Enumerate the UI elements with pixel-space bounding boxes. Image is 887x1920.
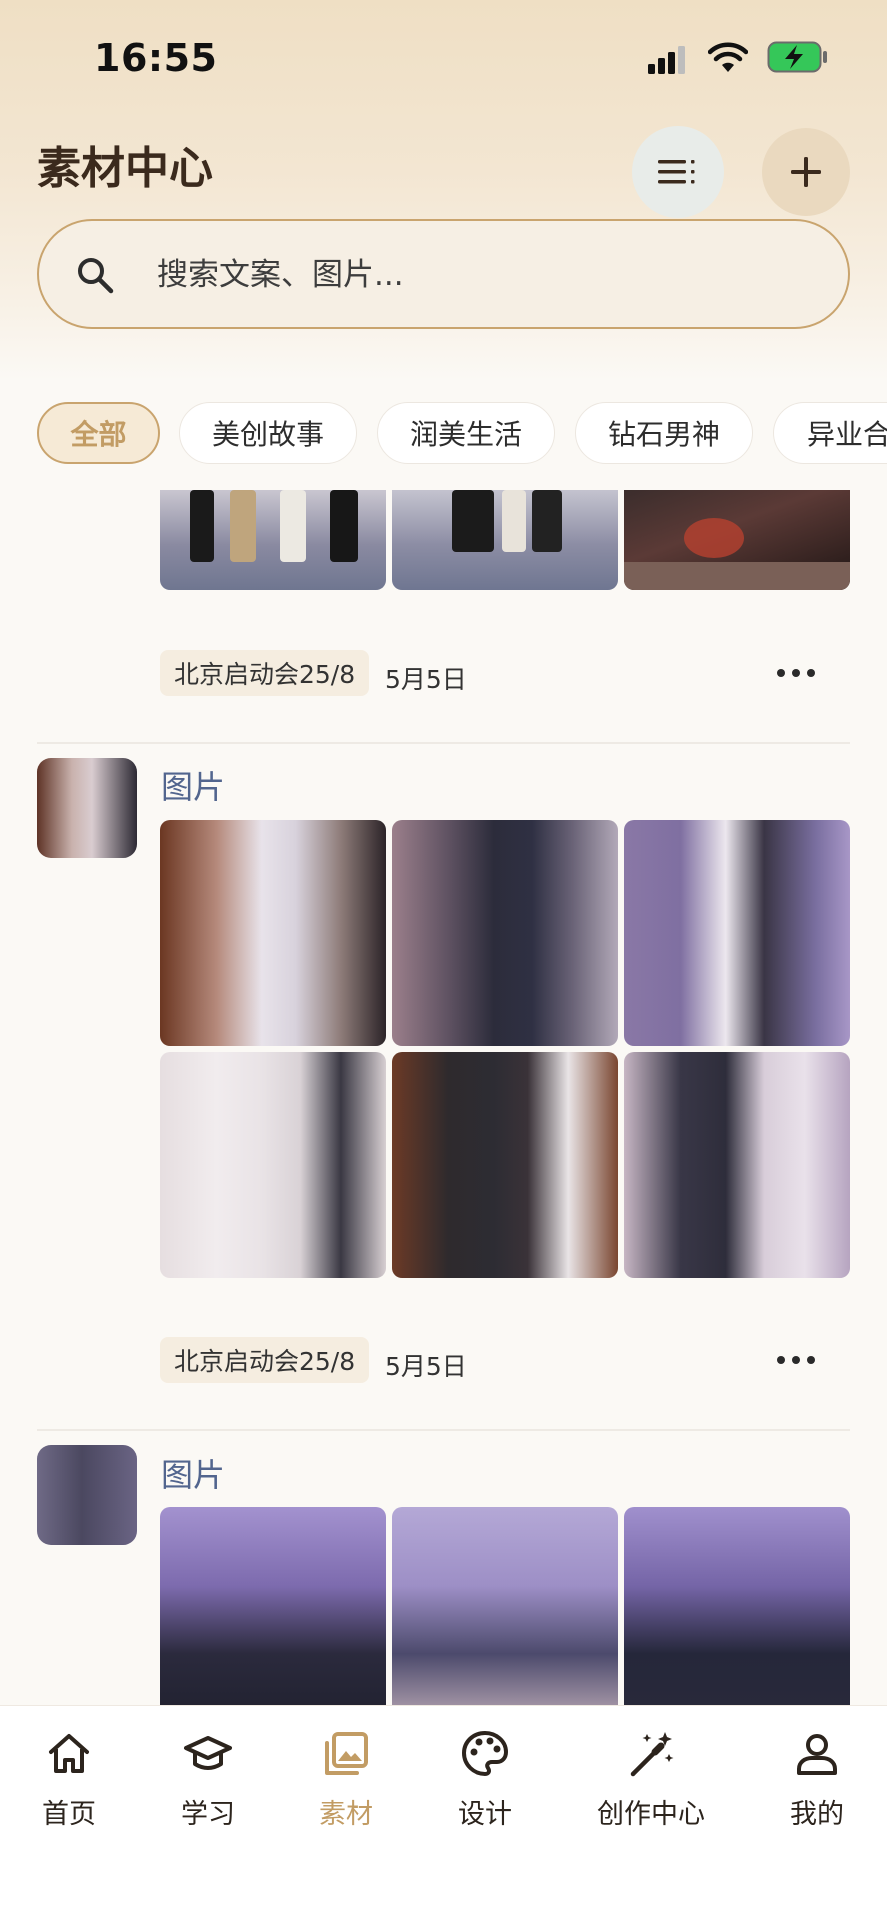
add-button[interactable] bbox=[762, 128, 850, 216]
post-avatar[interactable] bbox=[37, 1445, 137, 1545]
battery-charging-icon bbox=[767, 41, 827, 73]
post-label: 图片 bbox=[161, 768, 226, 806]
nav-materials[interactable]: 素材 bbox=[296, 1706, 396, 1836]
post-image[interactable] bbox=[624, 490, 850, 590]
graduation-cap-icon bbox=[184, 1736, 232, 1770]
nav-label: 我的 bbox=[790, 1799, 844, 1830]
post-tag[interactable]: 北京启动会25/8 bbox=[160, 1337, 370, 1383]
post-divider bbox=[37, 742, 850, 744]
page-title: 素材中心 bbox=[37, 143, 213, 194]
post-image[interactable] bbox=[392, 1052, 618, 1278]
wifi-icon bbox=[708, 42, 748, 72]
category-chips: 全部 美创故事 润美生活 钻石男神 异业合 bbox=[0, 402, 887, 468]
post-image[interactable] bbox=[624, 1052, 850, 1278]
more-options-icon[interactable] bbox=[771, 1345, 821, 1375]
nav-label: 学习 bbox=[181, 1799, 235, 1830]
post-image[interactable] bbox=[624, 1507, 850, 1705]
nav-design[interactable]: 设计 bbox=[435, 1706, 535, 1836]
nav-home[interactable]: 首页 bbox=[19, 1706, 119, 1836]
user-icon bbox=[797, 1734, 837, 1775]
list-view-button[interactable] bbox=[632, 126, 724, 218]
post-date: 5月5日 bbox=[385, 1352, 467, 1381]
post-image[interactable] bbox=[392, 1507, 618, 1705]
nav-label: 设计 bbox=[458, 1799, 512, 1830]
cellular-signal-icon bbox=[648, 46, 685, 74]
nav-profile[interactable]: 我的 bbox=[767, 1706, 867, 1836]
bottom-nav: 首页 学习 素材 设计 创作中心 我的 bbox=[0, 1705, 887, 1920]
nav-label: 素材 bbox=[319, 1799, 373, 1830]
post-image[interactable] bbox=[160, 820, 386, 1046]
magic-wand-icon bbox=[630, 1732, 674, 1777]
image-gallery-icon bbox=[325, 1732, 368, 1775]
post-avatar[interactable] bbox=[37, 758, 137, 858]
search-input[interactable] bbox=[157, 245, 797, 305]
search-bar[interactable] bbox=[37, 219, 850, 329]
post-tag[interactable]: 北京启动会25/8 bbox=[160, 650, 370, 696]
material-feed: 北京启动会25/8 5月5日 图片 北京启动会25/8 5月5日 图片 bbox=[0, 490, 887, 1705]
chip-crossover[interactable]: 异业合 bbox=[773, 402, 887, 464]
nav-label: 首页 bbox=[42, 1799, 96, 1830]
more-options-icon[interactable] bbox=[771, 658, 821, 688]
post-date: 5月5日 bbox=[385, 665, 467, 694]
post-image[interactable] bbox=[160, 490, 386, 590]
nav-creation-center[interactable]: 创作中心 bbox=[581, 1706, 721, 1836]
post-image[interactable] bbox=[392, 820, 618, 1046]
status-time: 16:55 bbox=[94, 36, 218, 80]
palette-icon bbox=[462, 1731, 508, 1776]
screen: 16:55 素材中心 搜索文案、图片... 全部 美创故事 润美生活 钻石男神 … bbox=[0, 0, 887, 1920]
search-icon bbox=[78, 258, 114, 294]
chip-all[interactable]: 全部 bbox=[37, 402, 160, 464]
chip-runmei-life[interactable]: 润美生活 bbox=[377, 402, 555, 464]
status-bar: 16:55 bbox=[0, 0, 887, 110]
post-divider bbox=[37, 1429, 850, 1431]
nav-learn[interactable]: 学习 bbox=[158, 1706, 258, 1836]
post-image[interactable] bbox=[624, 820, 850, 1046]
post-image[interactable] bbox=[392, 490, 618, 590]
chip-meichuang-story[interactable]: 美创故事 bbox=[179, 402, 357, 464]
chip-diamond-men[interactable]: 钻石男神 bbox=[575, 402, 753, 464]
home-icon bbox=[49, 1734, 89, 1773]
post-image[interactable] bbox=[160, 1052, 386, 1278]
post-label: 图片 bbox=[161, 1456, 226, 1494]
post-image[interactable] bbox=[160, 1507, 386, 1705]
list-menu-icon bbox=[658, 160, 695, 184]
nav-label: 创作中心 bbox=[597, 1799, 705, 1830]
plus-icon bbox=[791, 157, 821, 187]
